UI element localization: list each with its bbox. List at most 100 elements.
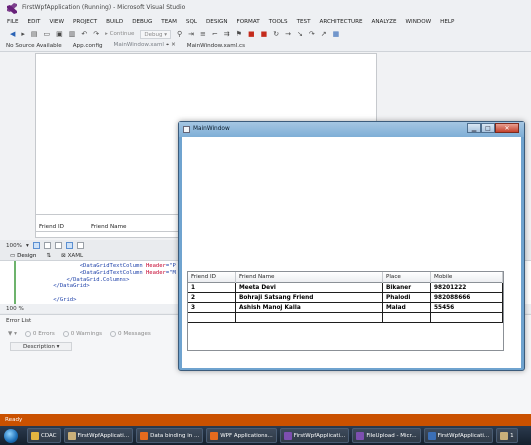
tab-main-window-xaml[interactable]: MainWindow.xaml ⌖ ✕ xyxy=(114,42,176,51)
datagrid-cell[interactable]: 55456 xyxy=(431,303,503,313)
step-into-icon[interactable]: ↘ xyxy=(297,30,303,38)
taskbar-item[interactable]: FirstWpfApplicati... xyxy=(423,428,494,443)
code-line[interactable]: </DataGrid.Columns> xyxy=(40,277,176,284)
taskbar-item[interactable]: FirstWpfApplicati... xyxy=(63,428,134,443)
datagrid-cell[interactable]: 982088666 xyxy=(431,293,503,303)
datagrid-cell[interactable]: 3 xyxy=(188,303,236,313)
code-line[interactable]: <DataGridTextColumn Header="P xyxy=(40,263,176,270)
taskbar-item[interactable]: FileUpload - Micr... xyxy=(352,428,421,443)
menu-test[interactable]: TEST xyxy=(297,19,311,25)
artboard-background-icon[interactable] xyxy=(76,242,84,249)
close-tab-icon[interactable]: ✕ xyxy=(171,42,176,48)
redo-icon[interactable]: ↷ xyxy=(93,30,99,38)
filter-dropdown-icon[interactable]: ▼ ▾ xyxy=(8,331,17,337)
save-icon[interactable]: ▣ xyxy=(56,30,63,38)
description-column-header[interactable]: Description ▾ xyxy=(10,341,73,351)
menu-file[interactable]: FILE xyxy=(7,19,19,25)
grid-toggle-icon[interactable] xyxy=(43,242,51,249)
datagrid-column-header[interactable]: Mobile xyxy=(431,272,503,283)
comment-icon[interactable]: ⌐ xyxy=(212,30,218,38)
step-icon[interactable]: ⇥ xyxy=(188,30,194,38)
restart-icon[interactable]: ↻ xyxy=(273,30,279,38)
code-line[interactable] xyxy=(40,290,176,297)
tab-app-config[interactable]: App.config xyxy=(73,43,103,51)
editor-zoom-level[interactable]: 100 % xyxy=(6,306,24,312)
menu-project[interactable]: PROJECT xyxy=(73,19,97,25)
datagrid-cell[interactable] xyxy=(236,313,383,323)
datagrid-cell[interactable] xyxy=(431,313,503,323)
code-line[interactable]: </DataGrid> xyxy=(40,283,176,290)
datagrid-column-header[interactable]: Friend Name xyxy=(236,272,383,283)
snap-snaplines-icon[interactable] xyxy=(65,242,73,249)
taskbar-item[interactable]: FirstWpfApplicati... xyxy=(279,428,350,443)
close-button[interactable]: ✕ xyxy=(495,123,519,133)
menu-build[interactable]: BUILD xyxy=(106,19,123,25)
menu-analyze[interactable]: ANALYZE xyxy=(372,19,397,25)
find-icon[interactable]: ⚲ xyxy=(177,30,182,38)
bookmark-icon[interactable]: ⚑ xyxy=(236,30,242,38)
datagrid-cell[interactable]: 2 xyxy=(188,293,236,303)
tab-main-window-xaml-cs[interactable]: MainWindow.xaml.cs xyxy=(187,43,245,51)
menu-sql[interactable]: SQL xyxy=(186,19,197,25)
menu-format[interactable]: FORMAT xyxy=(237,19,260,25)
open-file-icon[interactable]: ▭ xyxy=(44,30,51,38)
datagrid-row[interactable] xyxy=(188,313,503,323)
menu-tools[interactable]: TOOLS xyxy=(269,19,288,25)
new-project-icon[interactable]: ▤ xyxy=(31,30,38,38)
maximize-button[interactable]: □ xyxy=(481,123,495,133)
datagrid-cell[interactable]: Meeta Devi xyxy=(236,283,383,293)
datagrid-row[interactable]: 2 Bohraji Satsang Friend Phalodi 982088666 xyxy=(188,293,503,303)
warnings-filter-button[interactable]: 0 Warnings xyxy=(62,331,102,337)
format-icon[interactable]: ≡ xyxy=(200,30,206,38)
solution-config-dropdown[interactable]: Debug ▾ xyxy=(140,29,172,39)
step-out-icon[interactable]: ↗ xyxy=(321,30,327,38)
menu-window[interactable]: WINDOW xyxy=(406,19,432,25)
stop-debugging-icon[interactable]: ■ xyxy=(261,30,268,38)
errors-filter-button[interactable]: 0 Errors xyxy=(24,331,55,337)
datagrid-column-header[interactable]: Friend ID xyxy=(188,272,236,283)
datagrid-cell[interactable]: Malad xyxy=(383,303,431,313)
minimize-button[interactable]: ▁ xyxy=(467,123,481,133)
tab-design-view[interactable]: ▭ Design xyxy=(10,253,36,259)
datagrid-cell[interactable]: Phalodi xyxy=(383,293,431,303)
taskbar-item[interactable]: WPF Applications... xyxy=(206,428,277,443)
datagrid-cell[interactable]: Bohraji Satsang Friend xyxy=(236,293,383,303)
menu-debug[interactable]: DEBUG xyxy=(132,19,152,25)
tab-xaml-view[interactable]: ⊠ XAML xyxy=(61,253,83,259)
datagrid-cell[interactable] xyxy=(383,313,431,323)
datagrid-cell[interactable]: Ashish Manoj Kalla xyxy=(236,303,383,313)
continue-button[interactable]: ▸ Continue xyxy=(105,31,134,37)
taskbar-item[interactable]: 1 xyxy=(496,428,518,443)
datagrid-row[interactable]: 1 Meeta Devi Bikaner 98201222 xyxy=(188,283,503,293)
indent-icon[interactable]: ⇉ xyxy=(224,30,230,38)
code-line[interactable]: </Grid> xyxy=(40,297,176,304)
show-next-statement-icon[interactable]: → xyxy=(285,30,291,38)
taskbar-item[interactable]: CDAC xyxy=(27,428,61,443)
designer-zoom-level[interactable]: 100% xyxy=(6,243,22,249)
navigate-forward-icon[interactable]: ▸ xyxy=(21,30,25,38)
datagrid-cell[interactable]: Bikaner xyxy=(383,283,431,293)
friends-datagrid[interactable]: Friend ID Friend Name Place Mobile 1 Meeta D… xyxy=(187,271,504,351)
datagrid-cell[interactable]: 98201222 xyxy=(431,283,503,293)
datagrid-cell[interactable] xyxy=(188,313,236,323)
menu-edit[interactable]: EDIT xyxy=(28,19,41,25)
taskbar-item[interactable]: Data binding in ... xyxy=(136,428,204,443)
fx-effects-icon[interactable] xyxy=(32,242,40,249)
main-window-title-bar[interactable]: MainWindow ▁ □ ✕ xyxy=(179,122,524,137)
step-over-icon[interactable]: ↷ xyxy=(309,30,315,38)
start-button[interactable] xyxy=(4,428,18,443)
messages-filter-button[interactable]: 0 Messages xyxy=(110,331,151,337)
tab-no-source-available[interactable]: No Source Available xyxy=(6,43,62,51)
navigate-back-icon[interactable]: ◀ xyxy=(10,30,15,38)
hex-display-icon[interactable]: ▦ xyxy=(333,30,340,38)
swap-panes-icon[interactable]: ⇅ xyxy=(46,253,51,259)
snap-gridlines-icon[interactable] xyxy=(54,242,62,249)
datagrid-column-header[interactable]: Place xyxy=(383,272,431,283)
break-all-icon[interactable]: ■ xyxy=(248,30,255,38)
pin-tab-icon[interactable]: ⌖ xyxy=(166,42,169,48)
code-line[interactable]: <DataGridTextColumn Header="M xyxy=(40,270,176,277)
datagrid-cell[interactable]: 1 xyxy=(188,283,236,293)
save-all-icon[interactable]: ▥ xyxy=(69,30,76,38)
menu-help[interactable]: HELP xyxy=(440,19,454,25)
menu-team[interactable]: TEAM xyxy=(161,19,177,25)
